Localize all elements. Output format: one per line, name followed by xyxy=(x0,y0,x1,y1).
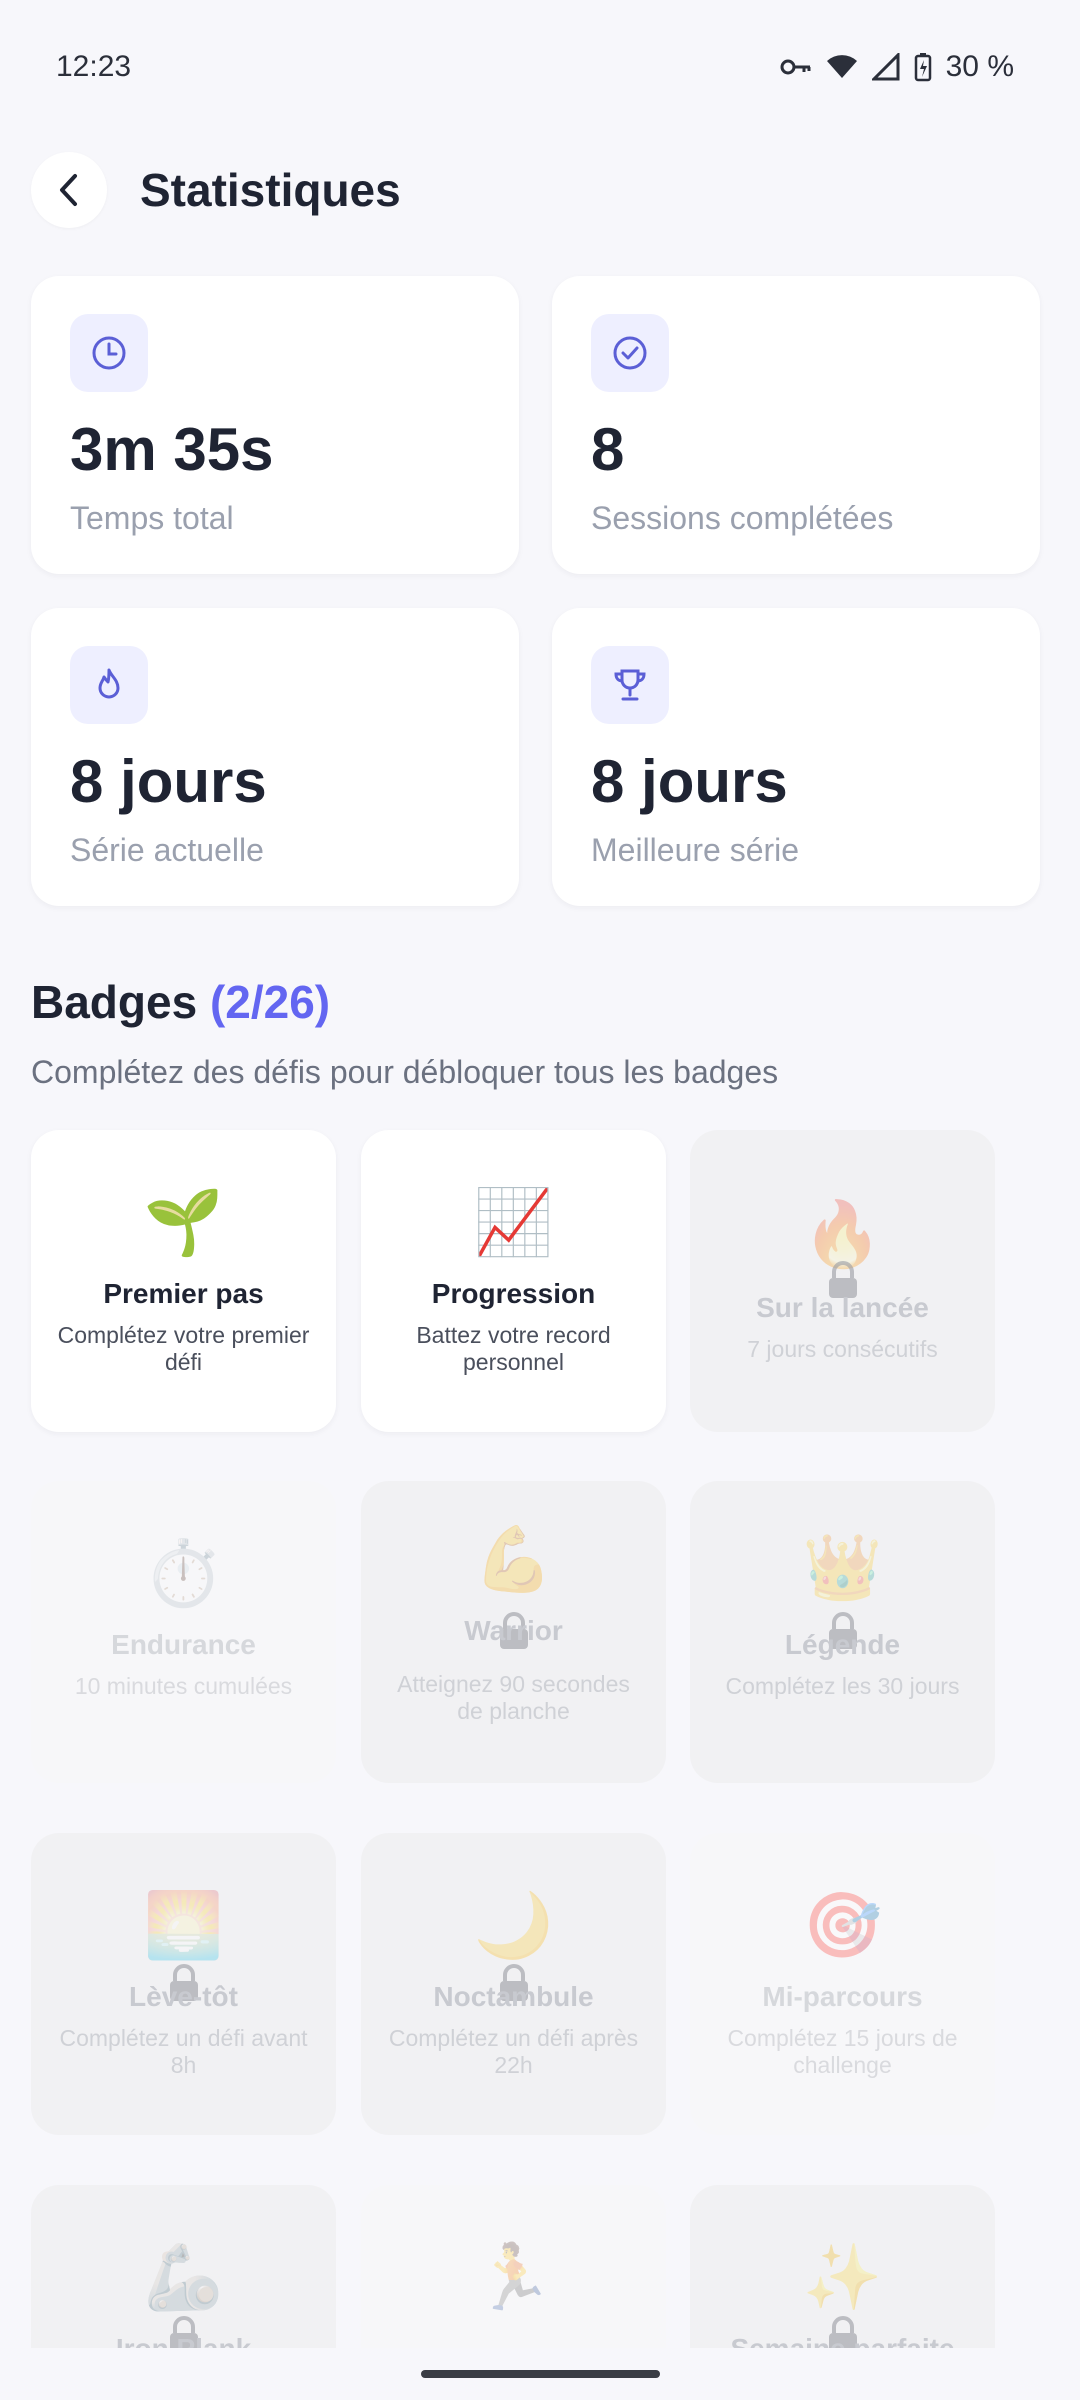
badge-desc: 7 jours consécutifs xyxy=(747,1336,938,1362)
sunrise-icon: 🌅 xyxy=(143,1889,224,1961)
badge-card[interactable]: 👑 Légende Complétez les 30 jours xyxy=(690,1481,995,1783)
badge-card[interactable]: 🌅 Lève-tôt Complétez un défi avant 8h xyxy=(31,1833,336,2135)
badge-card[interactable]: 💪 Warrior Atteignez 90 secondes de planc… xyxy=(361,1481,666,1783)
seedling-icon: 🌱 xyxy=(143,1186,224,1258)
badge-desc: Complétez les 30 jours xyxy=(725,1673,960,1699)
badge-card[interactable]: 🎯 Mi-parcours Complétez 15 jours de chal… xyxy=(690,1833,995,2135)
sparkles-icon: ✨ xyxy=(802,2241,883,2313)
badge-card[interactable]: 🌙 Noctambule Complétez un défi après 22h xyxy=(361,1833,666,2135)
badge-card[interactable]: 🌱 Premier pas Complétez votre premier dé… xyxy=(31,1130,336,1432)
badge-desc: Complétez votre premier défi xyxy=(57,1322,310,1375)
badge-card[interactable]: 📈 Progression Battez votre record person… xyxy=(361,1130,666,1432)
badge-desc: Complétez un défi après 22h xyxy=(388,2025,639,2078)
badge-name: Légende xyxy=(784,1629,901,1660)
stopwatch-icon: ⏱️ xyxy=(143,1537,224,1609)
badge-card[interactable]: ✨ Semaine parfaite xyxy=(690,2185,995,2348)
badge-card[interactable]: 🔥 Sur la lancée 7 jours consécutifs xyxy=(690,1130,995,1432)
badge-desc: Complétez 15 jours de challenge xyxy=(727,2025,958,2078)
badge-name: Endurance xyxy=(111,1629,256,1660)
flexed-biceps-icon: 💪 xyxy=(473,1523,554,1595)
badge-name: Lève-tôt xyxy=(129,1981,238,2012)
badge-name: Semaine parfaite xyxy=(700,2331,985,2348)
crown-icon: 👑 xyxy=(802,1531,883,1603)
mechanical-arm-icon: 🦾 xyxy=(143,2241,224,2313)
badge-name: Mi-parcours xyxy=(762,1981,923,2012)
badge-card[interactable]: 🦾 Iron Plank xyxy=(31,2185,336,2348)
target-icon: 🎯 xyxy=(802,1889,883,1961)
badge-desc: Atteignez 90 secondes de planche xyxy=(397,1671,630,1724)
home-indicator[interactable] xyxy=(421,2370,660,2378)
badge-desc: Battez votre record personnel xyxy=(416,1322,611,1375)
badge-name: Noctambule xyxy=(433,1981,594,2012)
badge-name: Sur la lancée xyxy=(756,1292,929,1323)
badge-card[interactable]: ⏱️ Endurance 10 minutes cumulées xyxy=(31,1481,336,1783)
badge-grid: 🌱 Premier pas Complétez votre premier dé… xyxy=(0,0,1080,2348)
crescent-moon-icon: 🌙 xyxy=(473,1889,554,1961)
badge-name: Warrior xyxy=(464,1615,563,1646)
badge-name: Premier pas xyxy=(103,1278,264,1309)
badge-desc: 10 minutes cumulées xyxy=(74,1673,293,1699)
runner-icon: 🏃 xyxy=(473,2241,554,2313)
badge-card[interactable]: 🏃 xyxy=(361,2185,666,2348)
chart-increasing-icon: 📈 xyxy=(473,1186,554,1258)
badge-desc: Complétez un défi avant 8h xyxy=(59,2025,308,2078)
badge-name: Progression xyxy=(431,1278,596,1309)
badge-name: Iron Plank xyxy=(41,2331,326,2348)
